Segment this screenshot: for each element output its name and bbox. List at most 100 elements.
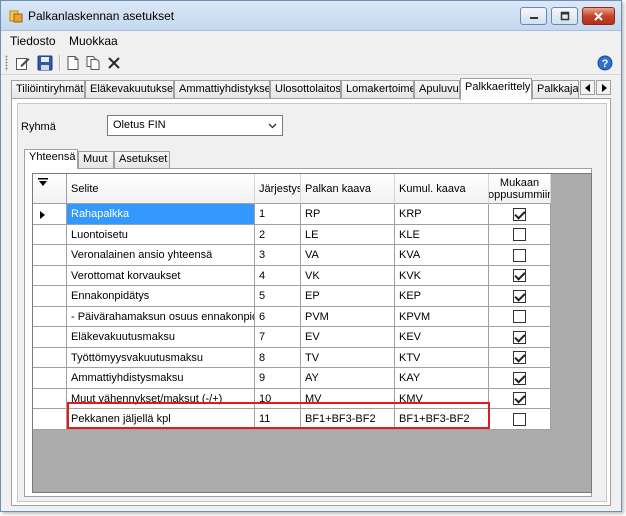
cell-jarjestys[interactable]: 7 (255, 327, 301, 348)
cell-kumul-kaava[interactable]: KEP (395, 286, 489, 307)
row-header[interactable] (33, 245, 67, 266)
toolbar-grip[interactable] (5, 55, 8, 71)
table-row[interactable]: - Päivärahamaksun osuus ennakonpid... 6 PV… (33, 307, 553, 327)
cell-palkan-kaava[interactable]: LE (301, 225, 395, 245)
tab-scroll-left-button[interactable] (580, 80, 595, 95)
cell-selite[interactable]: Eläkevakuutusmaksu (67, 327, 255, 348)
cell-jarjestys[interactable]: 4 (255, 266, 301, 286)
cell-jarjestys[interactable]: 8 (255, 348, 301, 368)
help-icon[interactable]: ? (597, 55, 613, 71)
row-header[interactable] (33, 266, 67, 286)
row-header[interactable] (33, 204, 67, 225)
subtab-asetukset[interactable]: Asetukset (114, 151, 170, 168)
cell-jarjestys[interactable]: 9 (255, 368, 301, 389)
totals-grid[interactable]: Selite Järjestys Palkan kaava Kumul. kaa… (32, 173, 592, 493)
tab-palkkajak[interactable]: Palkkajak (532, 80, 579, 99)
grid-corner[interactable] (33, 174, 67, 204)
subtab-muut[interactable]: Muut (78, 151, 114, 168)
mukaan-checkbox[interactable] (513, 392, 526, 405)
row-header[interactable] (33, 389, 67, 409)
mukaan-checkbox[interactable] (513, 351, 526, 364)
table-row[interactable]: Ennakonpidätys 5 EP KEP (33, 286, 553, 307)
copy-icon[interactable] (85, 55, 101, 71)
mukaan-checkbox[interactable] (513, 248, 526, 262)
tab-palkkaerittely[interactable]: Palkkaerittely (460, 78, 532, 100)
cell-palkan-kaava[interactable]: EP (301, 286, 395, 307)
menu-muokkaa[interactable]: Muokkaa (69, 34, 118, 48)
table-row[interactable]: Veronalainen ansio yhteensä 3 VA KVA (33, 245, 553, 266)
row-header[interactable] (33, 307, 67, 327)
subtab-yhteensa[interactable]: Yhteensä (24, 149, 78, 169)
col-header-kumul-kaava[interactable]: Kumul. kaava (395, 174, 489, 204)
row-header[interactable] (33, 225, 67, 245)
mukaan-checkbox[interactable] (513, 310, 526, 323)
cell-selite[interactable]: Veronalainen ansio yhteensä (67, 245, 255, 266)
cell-jarjestys[interactable]: 3 (255, 245, 301, 266)
mukaan-checkbox[interactable] (513, 269, 526, 282)
mukaan-checkbox[interactable] (513, 228, 526, 241)
cell-jarjestys[interactable]: 6 (255, 307, 301, 327)
mukaan-checkbox[interactable] (513, 371, 526, 385)
menu-tiedosto[interactable]: Tiedosto (10, 34, 56, 48)
filter-sort-icon[interactable] (37, 177, 49, 187)
cell-palkan-kaava[interactable]: PVM (301, 307, 395, 327)
cell-jarjestys[interactable]: 2 (255, 225, 301, 245)
save-icon[interactable] (37, 55, 53, 71)
cell-jarjestys[interactable]: 1 (255, 204, 301, 225)
cell-selite[interactable]: Ennakonpidätys (67, 286, 255, 307)
tab-ammattiyhdistykset[interactable]: Ammattiyhdistykset (174, 80, 270, 99)
cell-kumul-kaava[interactable]: KRP (395, 204, 489, 225)
chevron-down-icon[interactable] (268, 121, 277, 130)
cell-palkan-kaava[interactable]: RP (301, 204, 395, 225)
row-header[interactable] (33, 409, 67, 430)
mukaan-checkbox[interactable] (513, 289, 526, 303)
row-header[interactable] (33, 368, 67, 389)
mukaan-checkbox[interactable] (513, 412, 526, 426)
cell-selite[interactable]: Työttömyysvakuutusmaksu (67, 348, 255, 368)
cell-kumul-kaava[interactable]: KPVM (395, 307, 489, 327)
tab-scroll-right-button[interactable] (596, 80, 611, 95)
cell-kumul-kaava[interactable]: KVA (395, 245, 489, 266)
col-header-selite[interactable]: Selite (67, 174, 255, 204)
table-row[interactable]: Luontoisetu 2 LE KLE (33, 225, 553, 245)
col-header-jarjestys[interactable]: Järjestys (255, 174, 301, 204)
cell-palkan-kaava[interactable]: AY (301, 368, 395, 389)
row-header[interactable] (33, 348, 67, 368)
cell-kumul-kaava[interactable]: KTV (395, 348, 489, 368)
tab-apuluvut[interactable]: Apuluvut (414, 80, 460, 99)
cell-selite[interactable]: - Päivärahamaksun osuus ennakonpid... (67, 307, 255, 327)
cell-kumul-kaava[interactable]: KVK (395, 266, 489, 286)
delete-icon[interactable] (106, 55, 122, 71)
tab-tiliointiryhmat[interactable]: Tiliöintiryhmät (11, 80, 85, 99)
cell-selite[interactable]: Ammattiyhdistysmaksu (67, 368, 255, 389)
cell-selite[interactable]: Luontoisetu (67, 225, 255, 245)
table-row[interactable]: Työttömyysvakuutusmaksu 8 TV KTV (33, 348, 553, 368)
cell-palkan-kaava[interactable]: TV (301, 348, 395, 368)
row-header[interactable] (33, 286, 67, 307)
maximize-button[interactable] (551, 7, 578, 25)
row-header[interactable] (33, 327, 67, 348)
table-row[interactable]: Ammattiyhdistysmaksu 9 AY KAY (33, 368, 553, 389)
minimize-button[interactable] (520, 7, 547, 25)
cell-kumul-kaava[interactable]: KEV (395, 327, 489, 348)
mukaan-checkbox[interactable] (513, 330, 526, 344)
mukaan-checkbox[interactable] (513, 207, 526, 221)
col-header-palkan-kaava[interactable]: Palkan kaava (301, 174, 395, 204)
group-select[interactable]: Oletus FIN (107, 115, 283, 136)
tab-ulosottolaitos[interactable]: Ulosottolaitos (270, 80, 341, 99)
table-row[interactable]: Verottomat korvaukset 4 VK KVK (33, 266, 553, 286)
new-document-icon[interactable] (65, 55, 81, 71)
tab-elakevakuutukset[interactable]: Eläkevakuutukset (85, 80, 174, 99)
cell-palkan-kaava[interactable]: VK (301, 266, 395, 286)
cell-selite[interactable]: Rahapalkka (67, 204, 255, 225)
table-row[interactable]: Rahapalkka 1 RP KRP (33, 204, 553, 225)
edit-icon[interactable] (15, 55, 31, 71)
table-row[interactable]: Eläkevakuutusmaksu 7 EV KEV (33, 327, 553, 348)
cell-jarjestys[interactable]: 5 (255, 286, 301, 307)
tab-lomakertoimet[interactable]: Lomakertoimet (341, 80, 414, 99)
cell-selite[interactable]: Verottomat korvaukset (67, 266, 255, 286)
cell-kumul-kaava[interactable]: KLE (395, 225, 489, 245)
cell-kumul-kaava[interactable]: KAY (395, 368, 489, 389)
col-header-mukaan[interactable]: Mukaan loppusummiin (489, 174, 551, 204)
close-button[interactable] (582, 7, 615, 25)
